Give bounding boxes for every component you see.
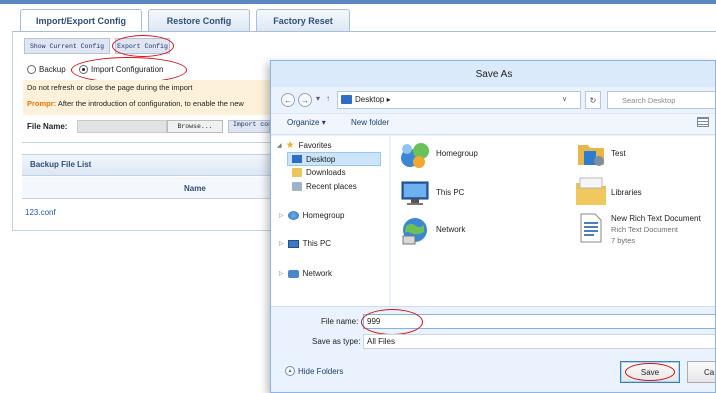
star-icon: ★: [285, 140, 295, 151]
expand-icon: ▷: [279, 213, 284, 219]
tab-factory-reset[interactable]: Factory Reset: [256, 9, 350, 31]
file-name-input[interactable]: [77, 120, 167, 133]
file-name-label: File name:: [321, 317, 359, 326]
search-input[interactable]: Search Desktop: [607, 91, 715, 109]
backup-radio-label: Backup: [39, 64, 66, 74]
nav-downloads[interactable]: Downloads: [292, 168, 346, 177]
homegroup-item[interactable]: Homegroup: [436, 149, 478, 158]
address-dropdown-icon[interactable]: ∨: [562, 95, 567, 103]
expand-icon: ◢: [277, 143, 282, 149]
nav-desktop-label: Desktop: [306, 154, 336, 164]
organize-menu[interactable]: Organize ▾: [287, 118, 326, 127]
test-folder-item[interactable]: Test: [611, 149, 626, 158]
top-strip: [0, 0, 716, 4]
network-large-icon: [399, 216, 431, 246]
computer-icon: [287, 239, 299, 248]
nav-homegroup[interactable]: ▷ Homegroup: [279, 211, 344, 220]
downloads-icon: [292, 168, 302, 177]
section-divider: [22, 142, 270, 143]
nav-downloads-label: Downloads: [306, 168, 346, 177]
rich-text-document-item[interactable]: New Rich Text Document: [611, 214, 701, 223]
this-pc-item[interactable]: This PC: [436, 188, 464, 197]
expand-icon: ▷: [279, 271, 284, 277]
recent-places-icon: [292, 182, 302, 191]
radio-selected-icon: [79, 64, 88, 74]
browse-button[interactable]: Browse...: [167, 120, 223, 133]
hide-folders-label: Hide Folders: [298, 366, 344, 376]
forward-arrow-icon[interactable]: →: [298, 93, 312, 107]
desktop-folder-icon: [341, 95, 352, 104]
nav-network-label: Network: [302, 269, 332, 278]
new-folder-button[interactable]: New folder: [351, 118, 389, 127]
address-text: Desktop: [355, 95, 385, 104]
nav-favorites-label: Favorites: [298, 141, 332, 150]
backup-list-title: Backup File List: [30, 160, 92, 169]
up-arrow-icon[interactable]: ↑: [326, 94, 330, 103]
prompt-label: Prompr:: [27, 99, 57, 108]
dialog-toolbar: [271, 113, 715, 135]
file-name-input[interactable]: 999: [363, 314, 715, 329]
import-configuration-radio[interactable]: Import Configuration: [79, 61, 163, 77]
dialog-title: Save As: [271, 61, 715, 87]
rich-text-document-icon: [578, 213, 604, 243]
save-as-type-label: Save as type:: [312, 337, 361, 346]
prompt-text: Prompr: After the introduction of config…: [27, 99, 244, 108]
libraries-icon: [574, 175, 608, 207]
save-as-type-select[interactable]: All Files: [363, 334, 715, 349]
backup-radio[interactable]: Backup: [27, 61, 66, 77]
tab-restore-config[interactable]: Restore Config: [148, 9, 250, 31]
radio-icon: [27, 64, 36, 74]
this-pc-large-icon: [399, 179, 431, 207]
homegroup-large-icon: [399, 141, 431, 169]
hide-folders-button[interactable]: ▲ Hide Folders: [285, 366, 343, 376]
nav-favorites[interactable]: ◢ ★ Favorites: [277, 140, 332, 151]
export-config-button[interactable]: Export Config: [115, 38, 170, 54]
refresh-icon[interactable]: ↻: [585, 91, 601, 109]
document-size: 7 bytes: [611, 236, 636, 245]
expand-icon: ▷: [279, 241, 284, 247]
document-type: Rich Text Document: [611, 225, 678, 234]
import-radio-label: Import Configuration: [91, 64, 164, 74]
organize-label: Organize: [287, 118, 320, 127]
nav-recent-places[interactable]: Recent places: [292, 182, 357, 191]
backup-column-header: [22, 177, 270, 199]
prompt-message: After the introduction of configuration,…: [57, 99, 244, 108]
file-name-label: File Name:: [27, 122, 68, 131]
nav-homegroup-label: Homegroup: [302, 211, 345, 220]
save-as-dialog: Save As ← → ▾ ↑ Desktop ▸ ∨ ↻ Search Des…: [270, 60, 716, 393]
save-button[interactable]: Save: [620, 361, 680, 383]
desktop-icon: [292, 155, 302, 163]
cancel-button[interactable]: Ca: [687, 361, 715, 383]
libraries-item[interactable]: Libraries: [611, 188, 642, 197]
warning-text: Do not refresh or close the page during …: [27, 83, 193, 92]
address-breadcrumb[interactable]: Desktop ▸: [355, 95, 391, 104]
homegroup-icon: [287, 211, 299, 220]
import-config-button[interactable]: Import config: [228, 120, 270, 133]
nav-recent-label: Recent places: [306, 182, 357, 191]
nav-network[interactable]: ▷ Network: [279, 269, 332, 278]
show-current-config-button[interactable]: Show Current Config: [24, 38, 110, 54]
collapse-icon: ▲: [285, 366, 295, 376]
nav-thispc-label: This PC: [302, 239, 332, 248]
network-item[interactable]: Network: [436, 225, 465, 234]
nav-desktop[interactable]: Desktop: [287, 152, 381, 166]
back-arrow-icon[interactable]: ←: [281, 93, 295, 107]
test-folder-icon: [576, 139, 606, 169]
backup-file-link[interactable]: 123.conf: [25, 208, 56, 217]
nav-this-pc[interactable]: ▷ This PC: [279, 239, 331, 248]
network-icon: [287, 269, 299, 278]
tab-import-export[interactable]: Import/Export Config: [20, 9, 142, 32]
view-options-icon[interactable]: [697, 117, 709, 127]
name-column-label: Name: [184, 184, 206, 193]
recent-dropdown-icon[interactable]: ▾: [316, 94, 320, 103]
